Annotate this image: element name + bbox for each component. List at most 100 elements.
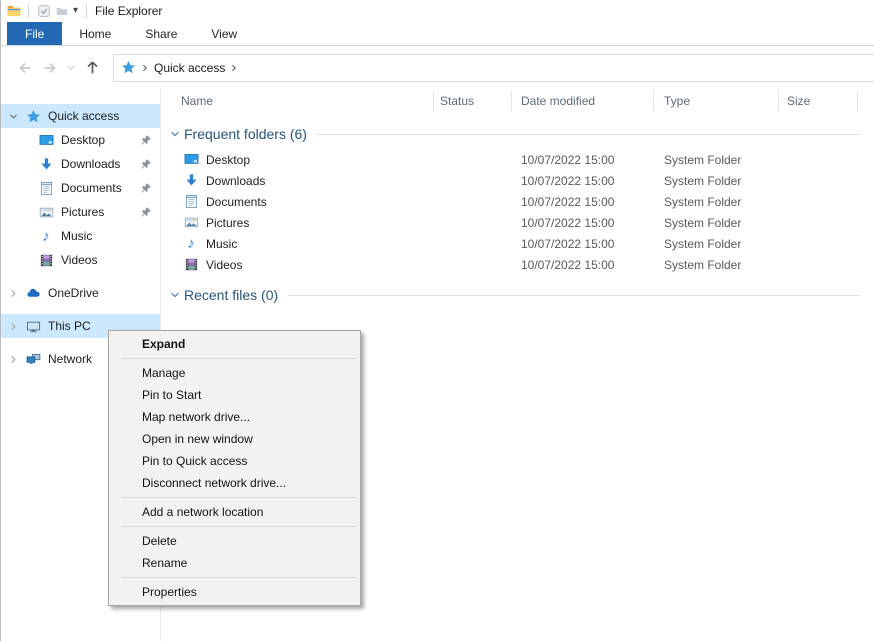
column-header-status[interactable]: Status xyxy=(434,91,512,111)
menu-item-rename[interactable]: Rename xyxy=(109,552,360,574)
sidebar-item-label: Videos xyxy=(61,253,97,267)
column-header-date-modified[interactable]: Date modified xyxy=(512,91,654,111)
sidebar-item-desktop[interactable]: Desktop xyxy=(1,128,160,152)
tab-view[interactable]: View xyxy=(194,22,254,45)
cell-name: Pictures xyxy=(161,215,434,231)
address-bar[interactable]: Quick access xyxy=(113,54,874,82)
group-label: Frequent folders (6) xyxy=(184,126,307,142)
sidebar-item-pictures[interactable]: Pictures xyxy=(1,200,160,224)
chevron-right-icon[interactable] xyxy=(8,321,20,332)
sidebar-item-label: Downloads xyxy=(61,157,120,171)
quick-access-star-icon xyxy=(121,60,136,75)
forward-button[interactable] xyxy=(37,55,63,81)
back-button[interactable] xyxy=(11,55,37,81)
chevron-down-icon[interactable] xyxy=(169,289,181,301)
file-name: Pictures xyxy=(206,216,249,230)
sidebar-item-onedrive[interactable]: OneDrive xyxy=(1,281,160,305)
folder-app-icon xyxy=(6,3,22,19)
documents-icon xyxy=(183,194,199,210)
cell-name: Desktop xyxy=(161,152,434,168)
recent-locations-icon[interactable] xyxy=(63,55,79,81)
title-bar: ▾ File Explorer xyxy=(1,0,874,22)
sidebar-item-documents[interactable]: Documents xyxy=(1,176,160,200)
sidebar-item-label: OneDrive xyxy=(48,286,99,300)
file-row-downloads[interactable]: Downloads 10/07/2022 15:00System Folder xyxy=(161,170,874,191)
cell-type: System Folder xyxy=(654,153,779,167)
file-row-pictures[interactable]: Pictures 10/07/2022 15:00System Folder xyxy=(161,212,874,233)
column-header-type[interactable]: Type xyxy=(654,91,779,111)
tab-home[interactable]: Home xyxy=(62,22,128,45)
group-header-recent-files[interactable]: Recent files (0) xyxy=(161,285,874,305)
cell-type: System Folder xyxy=(654,258,779,272)
cell-date: 10/07/2022 15:00 xyxy=(512,174,654,188)
menu-item-pin-to-start[interactable]: Pin to Start xyxy=(109,384,360,406)
cell-date: 10/07/2022 15:00 xyxy=(512,237,654,251)
sidebar-item-label: Music xyxy=(61,229,92,243)
sidebar-item-videos[interactable]: Videos xyxy=(1,248,160,272)
column-header-name[interactable]: Name xyxy=(161,91,434,111)
sidebar-item-downloads[interactable]: Downloads xyxy=(1,152,160,176)
file-name: Videos xyxy=(206,258,242,272)
downloads-icon xyxy=(183,173,199,189)
chevron-right-icon[interactable] xyxy=(8,288,20,299)
star-icon xyxy=(25,108,41,124)
tab-share[interactable]: Share xyxy=(128,22,194,45)
file-name: Documents xyxy=(206,195,267,209)
group-header-frequent-folders[interactable]: Frequent folders (6) xyxy=(161,124,874,144)
videos-icon xyxy=(183,257,199,273)
file-row-videos[interactable]: Videos10/07/2022 15:00System Folder xyxy=(161,254,874,275)
menu-item-manage[interactable]: Manage xyxy=(109,362,360,384)
cell-name: Downloads xyxy=(161,173,434,189)
pin-icon xyxy=(139,158,152,171)
cell-type: System Folder xyxy=(654,237,779,251)
videos-icon xyxy=(38,252,54,268)
menu-item-map-network-drive[interactable]: Map network drive... xyxy=(109,406,360,428)
cell-type: System Folder xyxy=(654,195,779,209)
menu-item-expand[interactable]: Expand xyxy=(109,333,360,355)
menu-item-properties[interactable]: Properties xyxy=(109,581,360,603)
chevron-down-icon[interactable] xyxy=(8,111,20,122)
file-row-documents[interactable]: Documents10/07/2022 15:00System Folder xyxy=(161,191,874,212)
menu-item-disconnect-network-drive[interactable]: Disconnect network drive... xyxy=(109,472,360,494)
breadcrumb-chevron-icon[interactable] xyxy=(229,63,239,73)
thispc-icon xyxy=(25,318,41,334)
file-row-desktop[interactable]: Desktop 10/07/2022 15:00System Folder xyxy=(161,149,874,170)
menu-item-pin-to-quick-access[interactable]: Pin to Quick access xyxy=(109,450,360,472)
cell-type: System Folder xyxy=(654,216,779,230)
sidebar-item-label: This PC xyxy=(48,319,91,333)
menu-separator xyxy=(121,358,357,359)
customize-quick-access-toolbar-icon[interactable]: ▾ xyxy=(71,6,80,16)
cell-date: 10/07/2022 15:00 xyxy=(512,216,654,230)
up-button[interactable] xyxy=(79,55,105,81)
column-header-size[interactable]: Size xyxy=(779,91,858,111)
sidebar-item-label: Quick access xyxy=(48,109,119,123)
file-list: Frequent folders (6) Desktop 10/07/2022 15… xyxy=(161,124,874,305)
chevron-right-icon[interactable] xyxy=(8,354,20,365)
chevron-down-icon[interactable] xyxy=(169,128,181,140)
file-name: Music xyxy=(206,237,237,251)
group-rule xyxy=(288,295,860,296)
properties-button[interactable] xyxy=(35,2,53,20)
sidebar-item-music[interactable]: ♪Music xyxy=(1,224,160,248)
network-icon xyxy=(25,351,41,367)
sidebar-item-label: Pictures xyxy=(61,205,104,219)
file-row-music[interactable]: ♪Music 10/07/2022 15:00System Folder xyxy=(161,233,874,254)
menu-item-add-a-network-location[interactable]: Add a network location xyxy=(109,501,360,523)
cell-type: System Folder xyxy=(654,174,779,188)
sidebar-item-label: Network xyxy=(48,352,92,366)
menu-item-open-in-new-window[interactable]: Open in new window xyxy=(109,428,360,450)
new-folder-button[interactable] xyxy=(53,2,71,20)
cell-name: ♪Music xyxy=(161,236,434,252)
tab-file[interactable]: File xyxy=(7,22,62,45)
cell-name: Videos xyxy=(161,257,434,273)
menu-separator xyxy=(121,497,357,498)
breadcrumb-segment[interactable]: Quick access xyxy=(154,61,225,75)
cell-date: 10/07/2022 15:00 xyxy=(512,153,654,167)
file-name: Desktop xyxy=(206,153,250,167)
breadcrumb-chevron-icon[interactable] xyxy=(140,63,150,73)
sidebar-item-quick-access[interactable]: Quick access xyxy=(1,104,160,128)
menu-item-delete[interactable]: Delete xyxy=(109,530,360,552)
desktop-icon xyxy=(183,152,199,168)
pictures-icon xyxy=(38,204,54,220)
sidebar-item-label: Desktop xyxy=(61,133,105,147)
